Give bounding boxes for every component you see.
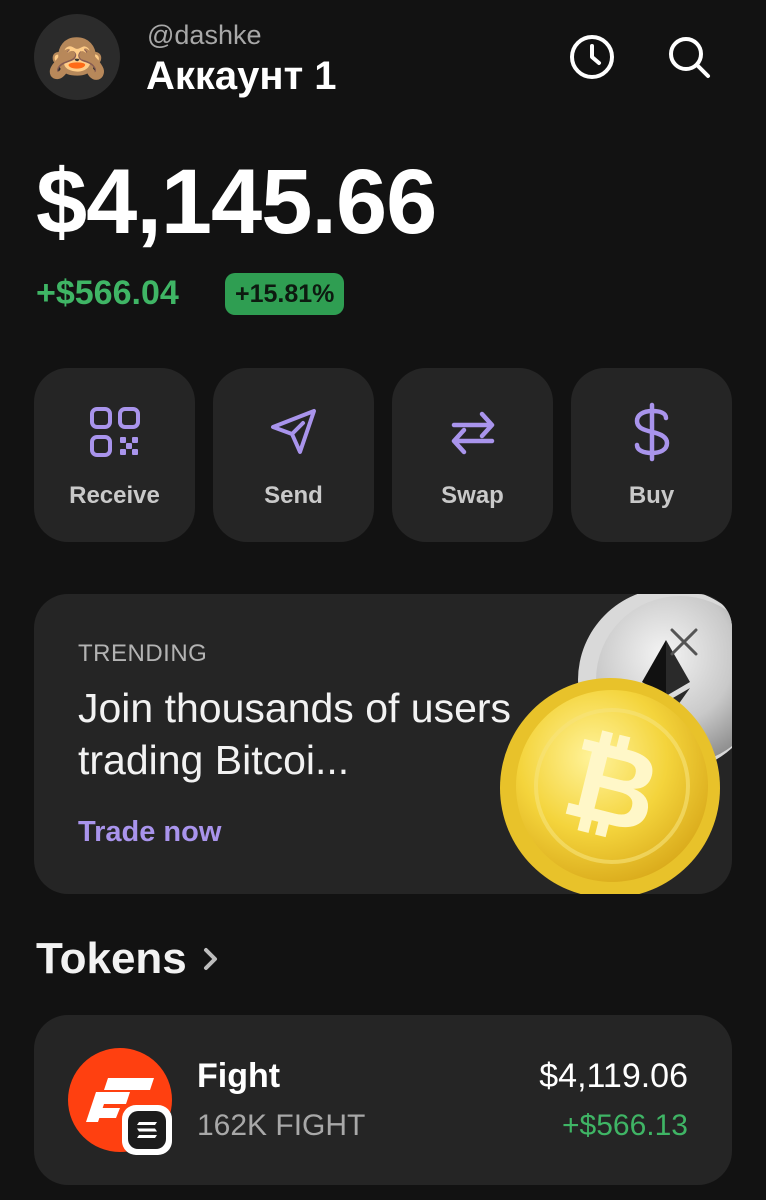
qr-code-icon [89, 407, 140, 457]
avatar[interactable]: 🙈 [34, 14, 120, 100]
swap-button[interactable]: Swap [392, 368, 553, 542]
trending-title: Join thousands of users trading Bitcoi..… [78, 685, 512, 783]
close-trending-button[interactable] [664, 622, 704, 662]
trade-now-link[interactable]: Trade now [78, 816, 221, 849]
swap-icon [451, 411, 494, 455]
tokens-section-header[interactable]: Tokens [36, 934, 221, 984]
history-icon [570, 35, 614, 79]
search-icon [669, 37, 710, 78]
send-button[interactable]: Send [213, 368, 374, 542]
buy-button[interactable]: Buy [571, 368, 732, 542]
receive-label: Receive [69, 482, 160, 509]
swap-label: Swap [441, 482, 504, 509]
token-name: Fight [197, 1057, 281, 1095]
close-icon [670, 628, 698, 656]
chain-badge [122, 1105, 172, 1155]
send-icon [270, 409, 316, 454]
dollar-icon [634, 402, 669, 462]
tokens-title: Tokens [36, 934, 187, 983]
chevron-right-icon [203, 948, 217, 970]
account-handle: @dashke [147, 20, 262, 50]
token-row[interactable]: Fight 162K FIGHT $4,119.06 +$566.13 [34, 1015, 732, 1185]
bitcoin-coin: ₿ [500, 678, 720, 894]
trending-card[interactable]: TRENDING Join thousands of users trading… [34, 594, 732, 894]
balance-change-percent-badge: +15.81% [225, 273, 345, 315]
buy-label: Buy [628, 482, 675, 509]
send-label: Send [264, 482, 323, 509]
trending-kicker: TRENDING [78, 640, 208, 667]
token-amount: 162K FIGHT [197, 1109, 366, 1142]
monkey-emoji: 🙈 [47, 31, 107, 85]
search-button[interactable] [664, 32, 714, 82]
action-buttons: Receive Send Swap Buy [34, 368, 732, 542]
account-name[interactable]: Аккаунт 1 [146, 54, 337, 99]
token-value: $4,119.06 [539, 1057, 688, 1095]
history-button[interactable] [567, 32, 617, 82]
receive-button[interactable]: Receive [34, 368, 195, 542]
total-balance: $4,145.66 [36, 151, 437, 253]
solana-icon [137, 1122, 157, 1138]
token-change: +$566.13 [562, 1109, 688, 1142]
balance-change-amount: +$566.04 [36, 274, 179, 312]
